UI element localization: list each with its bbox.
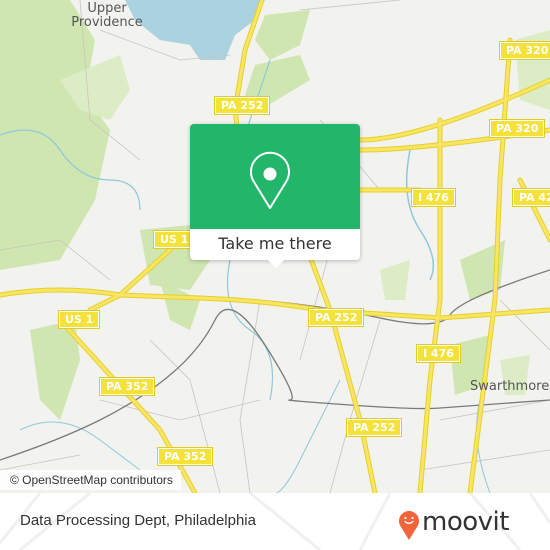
popup-tail: [268, 260, 284, 268]
popup-header[interactable]: [190, 124, 360, 229]
place-label: Swarthmore: [470, 379, 550, 394]
place-name: Data Processing Dept, Philadelphia: [20, 512, 256, 529]
park-area: [380, 260, 410, 300]
take-me-there-popup[interactable]: Take me there: [190, 124, 360, 268]
stream: [405, 149, 435, 281]
road-shield: PA 252: [307, 308, 365, 327]
road-shield: PA 420: [511, 188, 550, 207]
park-area: [255, 10, 310, 60]
road-shield: I 476: [416, 344, 461, 363]
road-shield: PA 320: [498, 41, 550, 60]
road-shield: US 1: [57, 310, 101, 329]
park-area: [0, 0, 110, 270]
road-shield: PA 320: [488, 119, 546, 138]
stream: [270, 379, 341, 493]
footer-bar: Data Processing Dept, Philadelphia moovi…: [0, 493, 550, 550]
moovit-logo[interactable]: moovit: [398, 503, 538, 543]
road-shield: PA 252: [213, 96, 271, 115]
road-shield: PA 252: [345, 418, 403, 437]
road-shield: PA 352: [156, 447, 214, 466]
moovit-wordmark: moovit: [422, 507, 509, 537]
road-shield: US 1: [152, 230, 196, 249]
map-pin-icon: [250, 151, 290, 209]
moovit-pin-icon: [399, 511, 419, 540]
map-view[interactable]: Upper Providence Swarthmore PA 320 PA 25…: [0, 0, 550, 493]
take-me-there-button[interactable]: Take me there: [190, 229, 360, 260]
place-label: Upper Providence: [71, 1, 143, 30]
road-shield: PA 352: [98, 377, 156, 396]
map-attribution[interactable]: © OpenStreetMap contributors: [0, 470, 181, 490]
road-shield: I 476: [411, 188, 456, 207]
